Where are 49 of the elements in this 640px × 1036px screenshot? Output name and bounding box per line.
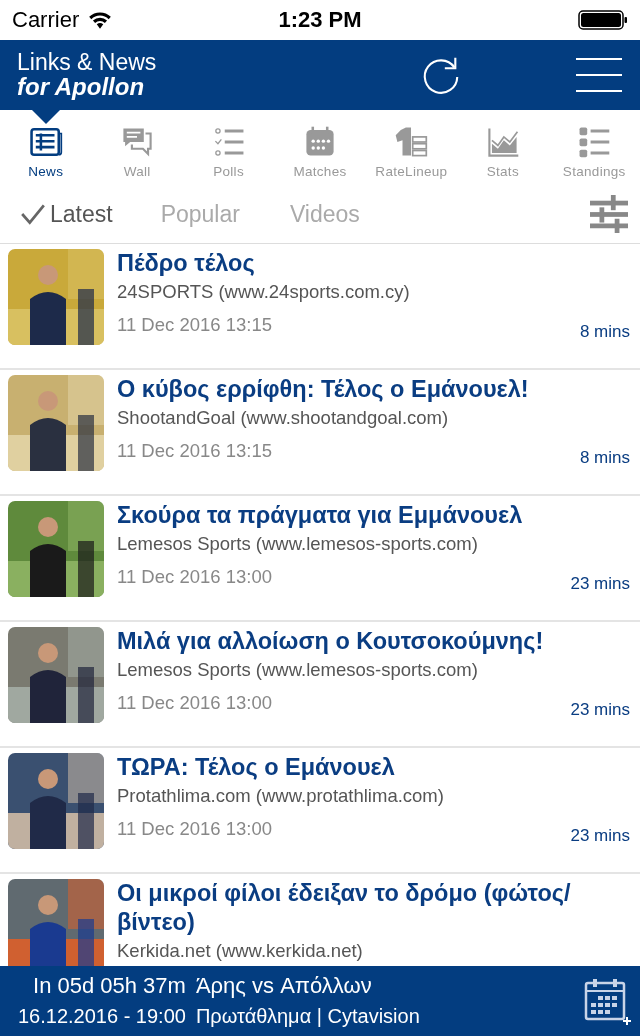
- article-title: Ο κύβος ερρίφθη: Τέλος ο Εμάνουελ!: [117, 375, 530, 404]
- nav-tab[interactable]: News: [0, 110, 92, 185]
- article-title: Σκούρα τα πράγματα για Εμμάνουελ: [117, 501, 524, 530]
- article-age: 23 mins: [570, 700, 630, 720]
- article-date: 11 Dec 2016 13:00: [117, 692, 272, 714]
- article-age: 23 mins: [570, 826, 630, 846]
- newspaper-icon: [28, 125, 63, 159]
- article-source: Lemesos Sports (www.lemesos-sports.com): [117, 533, 479, 555]
- article-date: 11 Dec 2016 13:00: [117, 818, 272, 840]
- article-date: 11 Dec 2016 13:15: [117, 314, 272, 336]
- article-age: 8 mins: [579, 322, 630, 342]
- clock-time: 1:23 PM: [277, 7, 363, 33]
- article-date: 11 Dec 2016 13:00: [117, 566, 272, 588]
- filter-tab[interactable]: Latest: [20, 200, 113, 228]
- next-match-bar[interactable]: In 05d 05h 37m 16.12.2016 - 19:00 Άρης vs Απόλλων Πρωτάθλημα | Cytavision: [0, 966, 640, 1036]
- article-source: 24SPORTS (www.24sports.com.cy): [117, 281, 411, 303]
- checkmark-icon: [20, 203, 46, 225]
- match-countdown: In 05d 05h 37m: [33, 972, 186, 1000]
- match-datetime: 16.12.2016 - 19:00: [18, 1004, 186, 1029]
- app-subtitle: for Apollon: [17, 74, 146, 100]
- article-title: Οι μικροί φίλοι έδειξαν το δρόμο (φώτος/βίντεο): [117, 879, 572, 937]
- filter-sliders-icon[interactable]: [590, 195, 628, 233]
- article-date: 11 Dec 2016 13:15: [117, 440, 272, 462]
- news-item[interactable]: ΤΩΡΑ: Τέλος ο Εμάνουελ Protathlima.com (www.protathlima.com) 11 Dec 2016 13:00 23 mins: [0, 748, 640, 874]
- wifi-icon: [87, 10, 114, 30]
- chat-bubbles-icon: [120, 125, 155, 159]
- menu-icon[interactable]: [576, 57, 622, 93]
- numbered-list-icon: [577, 125, 612, 159]
- calendar-add-icon[interactable]: [584, 977, 632, 1025]
- news-item[interactable]: Σκούρα τα πράγματα για Εμμάνουελ Lemesos Sports (www.lemesos-sports.com) 11 Dec 2016 13:00 23 mins: [0, 496, 640, 622]
- carrier-label: Carrier: [12, 7, 80, 33]
- article-age: 23 mins: [570, 574, 630, 594]
- article-title: Μιλά για αλλοίωση ο Κουτσοκούμνης!: [117, 627, 545, 656]
- article-title: ΤΩΡΑ: Τέλος ο Εμάνουελ: [117, 753, 396, 782]
- news-item[interactable]: Πέδρο τέλος 24SPORTS (www.24sports.com.cy) 11 Dec 2016 13:15 8 mins: [0, 244, 640, 370]
- article-source: Kerkida.net (www.kerkida.net): [117, 940, 364, 962]
- match-competition: Πρωτάθλημα | Cytavision: [195, 1004, 420, 1029]
- news-item[interactable]: Ο κύβος ερρίφθη: Τέλος ο Εμάνουελ! ShootandGoal (www.shootandgoal.com) 11 Dec 2016 13:15 8 mins: [0, 370, 640, 496]
- article-age: 8 mins: [579, 448, 630, 468]
- news-item[interactable]: Μιλά για αλλοίωση ο Κουτσοκούμνης! Lemesos Sports (www.lemesos-sports.com) 11 Dec 2016 13:00 23 mins: [0, 622, 640, 748]
- article-source: Lemesos Sports (www.lemesos-sports.com): [117, 659, 479, 681]
- article-title: Πέδρο τέλος: [117, 249, 256, 278]
- battery-icon: [578, 10, 628, 30]
- article-source: ShootandGoal (www.shootandgoal.com): [117, 407, 450, 429]
- match-teams: Άρης vs Απόλλων: [195, 972, 373, 1000]
- shirt-list-icon: [394, 125, 429, 159]
- app-title: Links & News: [17, 50, 157, 75]
- article-source: Protathlima.com (www.protathlima.com): [117, 785, 445, 807]
- area-chart-icon: [485, 125, 520, 159]
